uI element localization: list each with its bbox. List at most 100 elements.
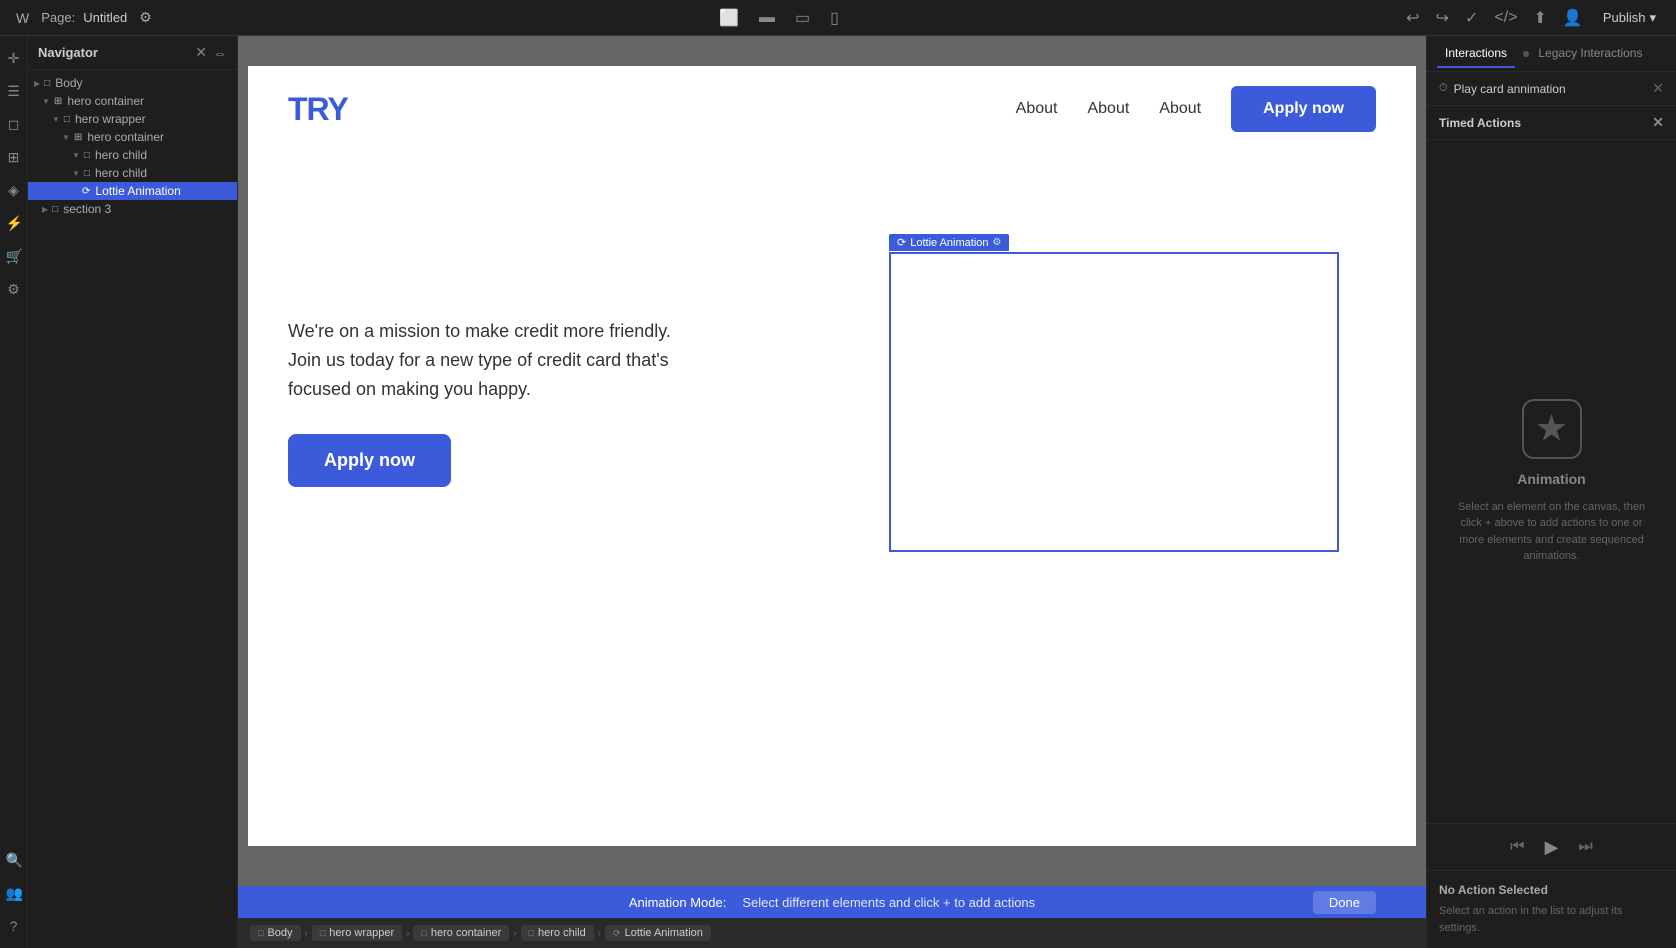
collab-btn[interactable]: 👤 [1559, 4, 1587, 32]
publish-label: Publish [1603, 10, 1646, 25]
assets-icon[interactable]: ◈ [2, 176, 26, 205]
navigator-actions: ✕ ⇔ [195, 44, 227, 61]
page-settings-icon[interactable]: ⚙ [135, 7, 156, 28]
add-element-icon[interactable]: ✛ [2, 44, 26, 73]
playback-skip-back-btn[interactable]: ⏮ [1506, 834, 1528, 860]
breadcrumb-lottie[interactable]: ⟳ Lottie Animation [605, 925, 711, 941]
animation-mode-label: Animation Mode: [629, 895, 727, 910]
ecommerce-icon[interactable]: 🛒 [2, 242, 26, 271]
tab-interactions[interactable]: Interactions [1437, 40, 1515, 68]
nav-label-hero-container-1: hero container [67, 94, 144, 108]
breadcrumb-hero-wrapper-label: hero wrapper [329, 927, 394, 939]
nav-apply-btn[interactable]: Apply now [1231, 86, 1376, 132]
canvas-container[interactable]: TRY About About About Apply now We're on… [238, 36, 1426, 886]
nav-item-lottie-animation[interactable]: ⟳ Lottie Animation [28, 182, 237, 200]
right-panel: Interactions Legacy Interactions ⏱ Play … [1426, 36, 1676, 948]
breadcrumb-body[interactable]: □ Body [250, 925, 301, 941]
timed-actions-title: Timed Actions ✕ [1427, 106, 1676, 140]
nav-item-hero-child-1[interactable]: ▼ □ hero child [28, 146, 237, 164]
timed-add-btn[interactable]: ✕ [1652, 114, 1664, 131]
toolbar-right: ↩ ↪ ✓ </> ⬆ 👤 Publish ▾ [1402, 4, 1664, 32]
nav-item-section-3[interactable]: ▶ □ section 3 [28, 200, 237, 218]
users-icon[interactable]: 👥 [2, 879, 26, 908]
animation-icon [1522, 399, 1582, 459]
navigator-expand-btn[interactable]: ⇔ [213, 45, 227, 61]
canvas-area: TRY About About About Apply now We're on… [238, 36, 1426, 948]
mobile-landscape-btn[interactable]: ▭ [789, 6, 816, 30]
playback-skip-forward-btn[interactable]: ⏭ [1574, 834, 1596, 860]
logic-icon[interactable]: ⚡ [2, 209, 26, 238]
mobile-btn[interactable]: ▯ [824, 6, 845, 30]
code-btn[interactable]: </> [1490, 5, 1521, 31]
breadcrumb-hero-container[interactable]: □ hero container [413, 925, 509, 941]
tab-interactions-label: Interactions [1445, 46, 1507, 60]
lottie-element[interactable]: ⟳ Lottie Animation ⚙ [889, 252, 1339, 552]
nav-item-hero-container-1[interactable]: ▼ ⊞ hero container [28, 92, 237, 110]
cms-icon[interactable]: ⊞ [2, 143, 26, 172]
export-btn[interactable]: ⬆ [1530, 4, 1551, 32]
help-icon[interactable]: ? [2, 912, 26, 940]
hero-apply-btn[interactable]: Apply now [288, 434, 451, 487]
breadcrumb-hero-container-label: hero container [431, 927, 501, 939]
breadcrumb-hero-wrapper-icon: □ [320, 928, 325, 938]
tablet-btn[interactable]: ▬ [753, 7, 781, 29]
breadcrumb-hero-child-label: hero child [538, 927, 586, 939]
nav-link-3[interactable]: About [1159, 100, 1201, 118]
hero-left: We're on a mission to make credit more f… [288, 317, 852, 486]
breadcrumb-body-label: Body [267, 927, 292, 939]
animation-desc: Select an element on the canvas, then cl… [1447, 499, 1656, 565]
playback-play-btn[interactable]: ▶ [1545, 837, 1559, 858]
nav-item-hero-child-2[interactable]: ▼ □ hero child [28, 164, 237, 182]
left-sidebar: ✛ ☰ ◻ ⊞ ◈ ⚡ 🛒 ⚙ 🔍 👥 ? [0, 36, 28, 948]
preview-btn[interactable]: ✓ [1461, 4, 1482, 32]
navigator-icon[interactable]: ☰ [2, 77, 26, 106]
nav-link-2[interactable]: About [1087, 100, 1129, 118]
nav-label-lottie: Lottie Animation [95, 184, 180, 198]
play-card-icon: ⏱ [1439, 82, 1448, 95]
webpage-preview: TRY About About About Apply now We're on… [248, 66, 1416, 846]
nav-item-hero-container-2[interactable]: ▼ ⊞ hero container [28, 128, 237, 146]
animation-mode-desc: Select different elements and click + to… [742, 895, 1035, 910]
no-action-title: No Action Selected [1439, 883, 1664, 897]
webflow-logo[interactable]: W [12, 8, 33, 28]
breadcrumb-body-icon: □ [258, 928, 263, 938]
animation-area: Animation Select an element on the canva… [1427, 140, 1676, 823]
toolbar-left: W Page: Untitled ⚙ [12, 7, 156, 28]
tab-dot [1523, 51, 1529, 57]
breadcrumb-hero-wrapper[interactable]: □ hero wrapper [312, 925, 402, 941]
breadcrumb-hero-child[interactable]: □ hero child [521, 925, 594, 941]
desktop-btn[interactable]: ⬜ [713, 6, 745, 30]
nav-label-body: Body [55, 76, 82, 90]
nav-item-body[interactable]: ▶ □ Body [28, 74, 237, 92]
undo-btn[interactable]: ↩ [1402, 4, 1423, 32]
navigator-panel: Navigator ✕ ⇔ ▶ □ Body ▼ ⊞ hero containe… [28, 36, 238, 948]
lottie-label-bar: ⟳ Lottie Animation ⚙ [889, 234, 1009, 251]
lottie-icon: ⟳ [897, 236, 906, 249]
site-navbar: TRY About About About Apply now [248, 66, 1416, 152]
done-button[interactable]: Done [1313, 891, 1376, 914]
no-action-area: No Action Selected Select an action in t… [1427, 870, 1676, 948]
nav-item-hero-wrapper[interactable]: ▼ □ hero wrapper [28, 110, 237, 128]
redo-btn[interactable]: ↪ [1432, 4, 1453, 32]
top-toolbar: W Page: Untitled ⚙ ⬜ ▬ ▭ ▯ ↩ ↪ ✓ </> ⬆ 👤… [0, 0, 1676, 36]
hero-right: ⟳ Lottie Animation ⚙ [852, 252, 1376, 552]
lottie-settings-icon[interactable]: ⚙ [993, 237, 1002, 248]
search-icon[interactable]: 🔍 [2, 846, 26, 875]
settings-icon[interactable]: ⚙ [2, 275, 26, 304]
nav-label-hero-child-2: hero child [95, 166, 147, 180]
navigator-close-btn[interactable]: ✕ [195, 44, 207, 61]
site-logo: TRY [288, 91, 348, 128]
nav-tree: ▶ □ Body ▼ ⊞ hero container ▼ □ hero wra… [28, 70, 237, 948]
page-name: Untitled [83, 10, 127, 25]
pages-icon[interactable]: ◻ [2, 110, 26, 139]
tab-legacy-interactions[interactable]: Legacy Interactions [1515, 40, 1650, 68]
play-card-close-btn[interactable]: ✕ [1652, 80, 1664, 97]
play-card-label: ⏱ Play card annimation [1439, 82, 1566, 96]
panel-tabs: Interactions Legacy Interactions [1427, 36, 1676, 72]
publish-chevron: ▾ [1649, 10, 1656, 26]
navigator-header: Navigator ✕ ⇔ [28, 36, 237, 70]
publish-button[interactable]: Publish ▾ [1595, 6, 1664, 30]
no-action-desc: Select an action in the list to adjust i… [1439, 903, 1664, 936]
nav-link-1[interactable]: About [1016, 100, 1058, 118]
playback-controls: ⏮ ▶ ⏭ [1427, 823, 1676, 870]
